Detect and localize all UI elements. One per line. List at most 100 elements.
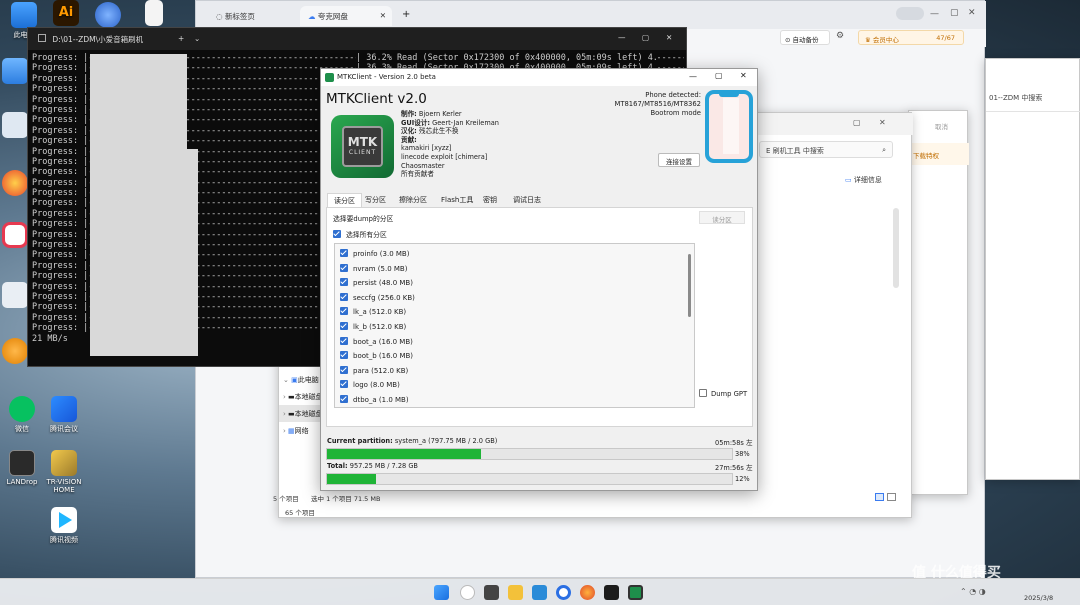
desktop-icon-poster[interactable] <box>0 222 30 250</box>
divider <box>986 111 1080 112</box>
desktop-icon-adobe[interactable]: Ai <box>46 0 86 28</box>
progress-label: Progress: <box>32 240 79 251</box>
desktop-icon-everything[interactable] <box>0 338 30 366</box>
auto-backup-button[interactable]: ⊙ 自动备份 <box>780 30 830 45</box>
tree-item-disk-2[interactable]: › ▬本地磁盘 <box>279 405 325 422</box>
side-search-field[interactable]: 01--ZDM 中搜索 <box>989 93 1042 103</box>
minimize-icon[interactable]: — <box>618 33 626 42</box>
progress-label: Progress: <box>32 167 79 178</box>
app-title: MTKClient v2.0 <box>326 91 427 107</box>
tab-quark-drive[interactable]: ☁ 夸克网盘 ✕ <box>300 6 392 26</box>
tab-2[interactable]: 擦除分区 <box>393 193 433 207</box>
mtk-tabs: 读分区 写分区 擦除分区 Flash工具 密钥 调试日志 <box>327 193 757 208</box>
desktop-icon-tencent-video[interactable]: 腾讯视频 <box>44 507 84 545</box>
progress-label: Progress: <box>32 146 79 157</box>
partition-item[interactable]: persist (48.0 MB) <box>340 278 680 293</box>
desktop-icon-tr-vision[interactable]: TR-VISION HOME <box>42 450 86 494</box>
partition-item[interactable]: nvram (5.0 MB) <box>340 263 680 279</box>
minimize-icon[interactable]: — <box>689 72 697 81</box>
read-partition-button[interactable]: 读分区 <box>699 211 745 224</box>
partition-item[interactable]: boot_a (16.0 MB) <box>340 336 680 352</box>
task-view-icon[interactable] <box>484 585 499 600</box>
tab-1[interactable]: 写分区 <box>359 193 392 207</box>
side-cancel[interactable]: 取消 <box>935 121 948 131</box>
partition-item[interactable]: lk_b (512.0 KB) <box>340 321 680 337</box>
maximize-icon[interactable]: ▢ <box>715 71 723 80</box>
minimize-icon[interactable]: — <box>930 9 939 19</box>
mtkclient-icon[interactable] <box>628 585 643 600</box>
download-privilege-link[interactable]: 下载特权 <box>913 150 939 160</box>
globe-icon <box>95 2 121 28</box>
details-button[interactable]: ▭ 详细信息 <box>845 175 882 185</box>
desktop-icon-chrome-engine[interactable] <box>0 282 30 310</box>
new-tab-icon[interactable]: + <box>178 34 184 43</box>
connect-settings-button[interactable]: 连接设置 <box>658 153 700 167</box>
tree-item-network[interactable]: › ▦网络 <box>279 422 325 439</box>
partition-item[interactable]: boot_b (16.0 MB) <box>340 351 680 366</box>
dropdown-icon[interactable]: ⌄ <box>194 34 200 43</box>
firefox-icon[interactable] <box>580 585 595 600</box>
monitor-icon <box>11 2 37 28</box>
search-icon[interactable] <box>460 585 475 600</box>
landrop-icon <box>9 450 35 476</box>
desktop-icon-tencent-meeting[interactable]: 腾讯会议 <box>44 396 84 434</box>
maximize-icon[interactable]: ▢ <box>950 8 959 18</box>
member-center-button[interactable]: ♛ 会员中心 47/67 <box>858 30 964 45</box>
maximize-icon[interactable]: ▢ <box>642 33 649 42</box>
list-view-icon[interactable] <box>875 493 884 501</box>
file-explorer-icon[interactable] <box>508 585 523 600</box>
select-all-checkbox[interactable]: 选择所有分区 <box>333 229 387 239</box>
redacted-block <box>187 149 198 356</box>
tile-view-icon[interactable] <box>887 493 896 501</box>
partition-list[interactable]: proinfo (3.0 MB) nvram (5.0 MB) persist (4… <box>334 243 695 408</box>
desktop-icon-wechat[interactable]: 微信 <box>2 396 42 434</box>
adobe-illustrator-icon: Ai <box>53 0 79 26</box>
tree-item-this-pc[interactable]: ⌄ ▣此电脑 <box>279 371 325 388</box>
partition-item[interactable]: seccfg (256.0 KB) <box>340 292 680 308</box>
explorer-close-icon[interactable]: ✕ <box>879 118 886 127</box>
search-icon <box>2 338 28 364</box>
close-window-icon[interactable]: ✕ <box>968 8 976 18</box>
checkbox-checked-icon <box>340 336 348 345</box>
profile-icon[interactable] <box>896 7 924 20</box>
tab-3[interactable]: Flash工具 <box>435 193 479 207</box>
desktop-icon-kylin[interactable] <box>0 170 30 198</box>
engine-icon <box>2 282 28 308</box>
desktop-icon-app[interactable] <box>88 2 128 30</box>
new-tab-button[interactable]: + <box>402 9 410 20</box>
partition-item[interactable]: logo (8.0 MB) <box>340 380 680 395</box>
partition-item[interactable]: para (512.0 KB) <box>340 365 680 381</box>
dump-gpt-checkbox[interactable]: Dump GPT <box>699 389 747 398</box>
tree-item-disk-1[interactable]: › ▬本地磁盘 <box>279 388 325 405</box>
browser-icon[interactable] <box>556 585 571 600</box>
close-icon[interactable]: ✕ <box>380 11 386 20</box>
progress-label: Progress: <box>32 302 79 313</box>
tab-0[interactable]: 读分区 <box>327 193 362 208</box>
terminal-icon[interactable] <box>604 585 619 600</box>
tab-new-tab[interactable]: ◌ 新标签页 <box>208 6 298 26</box>
tray-icons[interactable]: ⌃ ◔ ◑ <box>960 587 986 596</box>
tab-4[interactable]: 密钥 <box>477 193 503 207</box>
desktop-icon-file[interactable] <box>134 0 174 28</box>
desktop-icon-recycle[interactable] <box>0 58 30 86</box>
partition-item[interactable]: dtbo_a (1.0 MB) <box>340 394 680 407</box>
explorer-maximize-icon[interactable]: ▢ <box>853 118 861 127</box>
desktop-icon-landrop[interactable]: LANDrop <box>2 450 42 486</box>
explorer-search-input[interactable]: E 刷机工具 中搜索 ⌕ <box>759 141 893 158</box>
app-icon[interactable] <box>532 585 547 600</box>
play-icon <box>51 507 77 533</box>
explorer-scrollbar[interactable] <box>893 208 899 288</box>
close-icon[interactable]: ✕ <box>740 71 747 80</box>
tab-5[interactable]: 调试日志 <box>507 193 547 207</box>
settings-icon[interactable]: ⚙ <box>836 31 844 41</box>
explorer-status-count: 65 个项目 <box>285 509 315 517</box>
partition-list-scrollbar[interactable] <box>688 254 691 317</box>
progress-label: Progress: <box>32 84 79 95</box>
side-panel: 01--ZDM 中搜索 <box>985 58 1080 480</box>
partition-item[interactable]: proinfo (3.0 MB) <box>340 249 680 264</box>
partition-item[interactable]: lk_a (512.0 KB) <box>340 307 680 322</box>
close-icon[interactable]: ✕ <box>666 33 672 42</box>
tr-vision-icon <box>51 450 77 476</box>
start-icon[interactable] <box>434 585 449 600</box>
desktop-icon-recycle-bin[interactable] <box>0 112 30 140</box>
